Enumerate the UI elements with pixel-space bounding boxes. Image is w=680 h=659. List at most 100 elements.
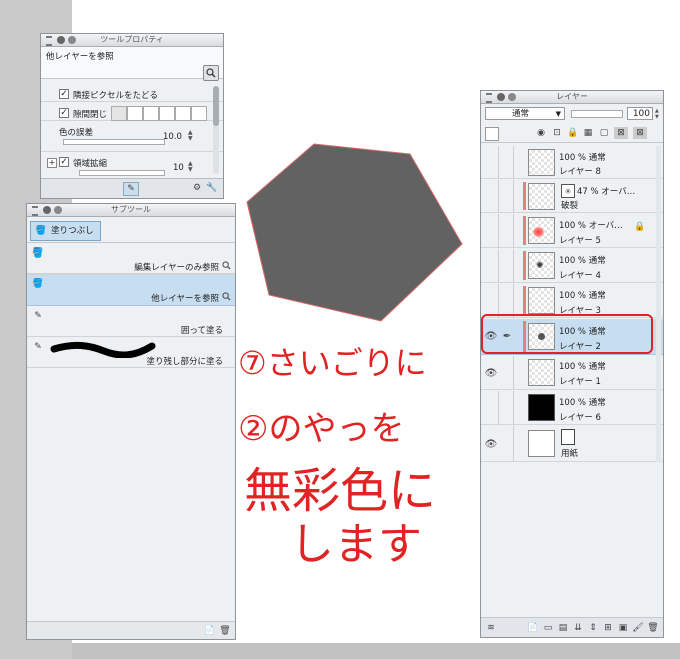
layer-row[interactable]: 👁 100 % 通常 レイヤー 1 bbox=[481, 356, 663, 390]
scaling-slider[interactable] bbox=[79, 170, 165, 176]
lock-icon[interactable]: 🔒 bbox=[567, 127, 579, 139]
layer-row[interactable]: 100 % オーバ… レイヤー 5 🔒 bbox=[481, 214, 663, 248]
trash-icon[interactable]: 🗑 bbox=[647, 622, 659, 634]
layer-row[interactable]: ✳ 47 % オーバ… 破裂 bbox=[481, 180, 663, 213]
eye-icon[interactable]: 👁 bbox=[484, 437, 498, 451]
sub-tool-item[interactable]: 🪣 編集レイヤーのみ参照 bbox=[27, 246, 235, 274]
layer-color-icon[interactable] bbox=[485, 127, 499, 141]
property-scrollbar[interactable] bbox=[213, 86, 219, 174]
zoom-icon[interactable] bbox=[221, 291, 232, 302]
blend-mode-select[interactable]: 通常 ▼ bbox=[485, 107, 565, 120]
sub-tool-label: 囲って塗る bbox=[180, 326, 223, 336]
zoom-icon[interactable] bbox=[221, 260, 232, 271]
tolerance-slider[interactable] bbox=[63, 139, 165, 145]
trash-icon[interactable]: 🗑 bbox=[219, 625, 231, 637]
layer-thumbnail bbox=[528, 287, 555, 314]
edit-target-toggle[interactable] bbox=[499, 180, 514, 213]
edit-target-toggle[interactable] bbox=[499, 249, 514, 283]
paper-icon bbox=[561, 429, 575, 445]
gap-level-2[interactable] bbox=[143, 106, 159, 121]
eye-icon[interactable]: 👁 bbox=[484, 366, 498, 380]
sub-tool-item[interactable]: ✎ 囲って塗る bbox=[27, 307, 235, 337]
visibility-toggle[interactable] bbox=[484, 146, 499, 179]
gap-level-4[interactable] bbox=[175, 106, 191, 121]
lock-transparency-icon[interactable]: ▦ bbox=[582, 127, 594, 139]
layer-titlebar[interactable]: レイヤー bbox=[481, 91, 663, 104]
sub-tool-panel: サブツール 🪣 塗りつぶし 🪣 🪣 編集レイヤーのみ参照 🪣 他レイヤーを参照 … bbox=[26, 203, 236, 640]
canvas-hexagon bbox=[246, 143, 463, 322]
checkbox-adjacent[interactable]: ✓ bbox=[59, 89, 69, 99]
edit-target-toggle[interactable] bbox=[499, 356, 514, 390]
edit-target-toggle[interactable] bbox=[499, 214, 514, 248]
edit-target-toggle[interactable] bbox=[499, 146, 514, 179]
tool-property-footer: ✎ ⚙ 🔧 bbox=[41, 178, 223, 198]
layer-stack-icon[interactable]: ≋ bbox=[485, 622, 497, 634]
edit-target-toggle[interactable] bbox=[499, 426, 514, 462]
checkbox-area-scaling[interactable]: ✓ bbox=[59, 157, 69, 167]
layer-row[interactable]: 👁 用紙 bbox=[481, 426, 663, 462]
layer-name: レイヤー 1 bbox=[559, 377, 601, 387]
layer-lock-icon: 🔒 bbox=[634, 222, 646, 232]
gap-level-5[interactable] bbox=[191, 106, 207, 121]
property-gap-close[interactable]: ✓ 隙間閉じ bbox=[41, 105, 223, 121]
spinner-icon[interactable]: ▲ ▼ bbox=[188, 130, 193, 142]
property-list: ✓ 隣接ピクセルをたどる ✓ 隙間閉じ 色の誤差 10.0 ▲ ▼ + ✓ 領域拡… bbox=[41, 81, 223, 177]
layer-row[interactable]: 100 % 通常 レイヤー 8 bbox=[481, 146, 663, 179]
tolerance-value[interactable]: 10.0 bbox=[163, 132, 182, 142]
layer-thumbnail bbox=[528, 430, 555, 457]
reference-icon[interactable]: ⊡ bbox=[551, 127, 563, 139]
opacity-input[interactable]: 100 bbox=[627, 107, 653, 120]
mask-icon[interactable]: ▢ bbox=[598, 127, 610, 139]
edit-target-toggle[interactable] bbox=[499, 284, 514, 318]
new-folder-icon[interactable]: ▤ bbox=[557, 622, 569, 634]
scaling-value[interactable]: 10 bbox=[173, 163, 184, 173]
clip-layer-icon[interactable]: ⊞ bbox=[602, 622, 614, 634]
property-color-tolerance[interactable]: 色の誤差 10.0 ▲ ▼ bbox=[41, 124, 223, 152]
sub-tool-group-bar: 🪣 塗りつぶし bbox=[27, 217, 235, 243]
visibility-toggle[interactable] bbox=[484, 391, 499, 425]
layer-row[interactable]: 100 % 通常 レイヤー 3 bbox=[481, 284, 663, 318]
property-area-scaling[interactable]: + ✓ 領域拡縮 10 ▲ ▼ bbox=[41, 155, 223, 179]
layer-row[interactable]: ✺ 100 % 通常 レイヤー 4 bbox=[481, 249, 663, 283]
mask-create-icon[interactable]: ▣ bbox=[617, 622, 629, 634]
layer-property-icon[interactable]: 🖌 bbox=[632, 622, 644, 634]
layer-footer: ≋ 📄 ▭ ▤ ⇊ ⇕ ⊞ ▣ 🖌 🗑 bbox=[481, 617, 663, 637]
opacity-slider[interactable] bbox=[571, 110, 623, 118]
annotation-line-2: ②のやっを bbox=[238, 409, 405, 449]
layer-mode: 100 % オーバ… bbox=[559, 221, 623, 231]
property-adjacent-pixels[interactable]: ✓ 隣接ピクセルをたどる bbox=[41, 86, 223, 102]
gap-level-3[interactable] bbox=[159, 106, 175, 121]
mask-apply-icon[interactable]: ⊠ bbox=[614, 127, 628, 139]
layer-scrollbar[interactable] bbox=[656, 146, 661, 462]
transfer-down-icon[interactable]: ⇊ bbox=[572, 622, 584, 634]
wrench-icon[interactable]: 🔧 bbox=[206, 182, 218, 194]
tool-mode-header: 他レイヤーを参照 bbox=[41, 47, 223, 81]
sub-tool-item-selected[interactable]: 🪣 他レイヤーを参照 bbox=[27, 275, 235, 306]
gap-level-0[interactable] bbox=[111, 106, 127, 121]
visibility-toggle[interactable] bbox=[484, 180, 499, 213]
sub-tool-group-tab[interactable]: 🪣 塗りつぶし bbox=[30, 221, 101, 241]
gap-level-1[interactable] bbox=[127, 106, 143, 121]
checkbox-gap-close[interactable]: ✓ bbox=[59, 108, 69, 118]
brush-shape-icon[interactable]: ✎ bbox=[123, 182, 139, 196]
tool-property-titlebar[interactable]: ツールプロパティ bbox=[41, 34, 223, 47]
sub-tool-item[interactable]: ✎ 塗り残し部分に塗る bbox=[27, 338, 235, 368]
new-sub-tool-icon[interactable]: 📄 bbox=[204, 625, 215, 637]
settings-icon[interactable]: ⚙ bbox=[191, 182, 203, 194]
visibility-toggle[interactable] bbox=[484, 214, 499, 248]
layer-row[interactable]: 100 % 通常 レイヤー 6 bbox=[481, 391, 663, 425]
clipping-icon[interactable]: ◉ bbox=[535, 127, 547, 139]
spinner-icon[interactable]: ▲ ▼ bbox=[188, 161, 193, 173]
merge-icon[interactable]: ⇕ bbox=[587, 622, 599, 634]
edit-target-toggle[interactable] bbox=[499, 391, 514, 425]
new-vector-layer-icon[interactable]: ▭ bbox=[542, 622, 554, 634]
mask-delete-icon[interactable]: ⊠ bbox=[633, 127, 647, 139]
spinner-icon[interactable]: ▲ ▼ bbox=[655, 108, 659, 120]
expand-icon[interactable]: + bbox=[47, 158, 57, 168]
new-raster-layer-icon[interactable]: 📄 bbox=[527, 622, 539, 634]
zoom-icon[interactable] bbox=[203, 65, 219, 81]
visibility-toggle[interactable] bbox=[484, 249, 499, 283]
sub-tool-titlebar[interactable]: サブツール bbox=[27, 204, 235, 217]
visibility-toggle[interactable] bbox=[484, 284, 499, 318]
layer-name: 破裂 bbox=[561, 201, 579, 211]
